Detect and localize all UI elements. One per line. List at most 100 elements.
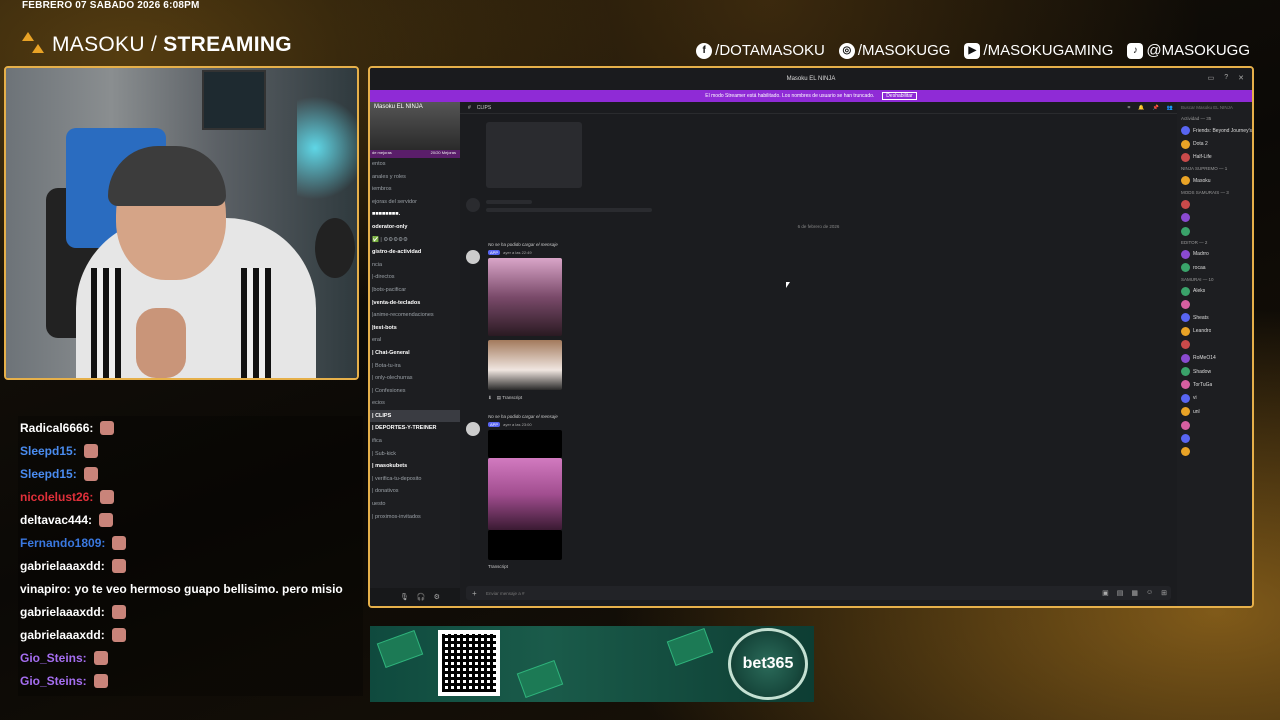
member-item[interactable] [1177,298,1252,311]
server-banner[interactable]: Masoku EL NINJA [370,102,460,150]
channel-item[interactable]: | Confesiones [370,385,460,398]
channel-item[interactable]: |venta-de-teclados [370,297,460,310]
member-item[interactable]: TorTuGa [1177,378,1252,391]
channel-item[interactable]: entos [370,158,460,171]
member-item[interactable] [1177,211,1252,224]
pin-icon[interactable]: 📌 [1153,105,1159,111]
minimize-icon[interactable]: ▭ [1208,74,1215,82]
bell-icon[interactable]: 🔔 [1138,105,1144,111]
channel-item[interactable]: | CLIPS [370,409,460,423]
image-thumbnail[interactable] [488,530,562,560]
member-item[interactable]: Masoku [1177,174,1252,187]
member-item[interactable]: Madrro [1177,248,1252,261]
member-item[interactable]: Shadow [1177,365,1252,378]
chat-username[interactable]: Sleepd15: [20,444,77,458]
member-item[interactable]: RoMeO14 [1177,351,1252,364]
channel-item[interactable]: ifica [370,435,460,448]
apps-icon[interactable]: ⊞ [1161,589,1167,597]
channel-item[interactable]: |-directos [370,271,460,284]
chat-username[interactable]: gabrielaaaxdd: [20,605,105,619]
headphones-icon[interactable]: 🎧 [417,593,426,601]
reply-preview[interactable]: No se ha podido cargar el mensaje [488,242,558,247]
video-thumbnail[interactable] [488,430,562,458]
gift-icon[interactable]: ▣ [1102,589,1109,597]
member-item[interactable] [1177,224,1252,237]
boost-bar[interactable]: de mejoras 20/20 Mejoras [370,150,460,158]
avatar[interactable] [466,250,480,264]
chat-username[interactable]: gabrielaaaxdd: [20,559,105,573]
member-item[interactable]: vi [1177,392,1252,405]
member-item[interactable]: Leandro [1177,325,1252,338]
member-item[interactable] [1177,338,1252,351]
chat-username[interactable]: nicolelust26: [20,490,93,504]
chat-username[interactable]: Gio_Steins: [20,674,87,688]
chat-username[interactable]: Radical6666: [20,421,93,435]
members-icon[interactable]: 👥 [1167,105,1173,111]
channel-item[interactable]: ecios [370,397,460,410]
channel-item[interactable]: gistro-de-actividad [370,246,460,259]
channel-item[interactable]: uesto [370,498,460,511]
transcript-attachment[interactable]: ⬇ ▤ Transcript [488,395,522,401]
channel-item[interactable]: ejoras del servidor [370,196,460,209]
close-icon[interactable]: ✕ [1238,74,1244,82]
server-name[interactable]: Masoku EL NINJA [374,104,423,110]
member-search[interactable]: Buscar Masoku EL NINJA [1177,102,1252,114]
member-item[interactable]: Half-Life [1177,151,1252,164]
chat-username[interactable]: Gio_Steins: [20,651,87,665]
channel-item[interactable]: | DEPORTES-Y-TREINER [370,422,460,435]
video-thumbnail[interactable] [488,458,562,530]
mic-icon[interactable]: 🎙 [400,593,409,601]
member-item[interactable]: Friends: Beyond Journey's [1177,124,1252,137]
avatar[interactable] [466,422,480,436]
member-item[interactable] [1177,445,1252,458]
sponsor-banner[interactable]: bet365 [370,626,814,702]
channel-item[interactable]: | masokubets [370,460,460,473]
channel-item[interactable]: | Chat-General [370,347,460,360]
qr-code[interactable] [438,630,500,696]
chat-username[interactable]: Sleepd15: [20,467,77,481]
channel-item[interactable]: |bots-pacificar [370,284,460,297]
plus-icon[interactable]: + [472,589,477,598]
channel-item[interactable]: ■■■■■■■■. [370,208,460,221]
channel-item[interactable]: eral [370,334,460,347]
reply-preview[interactable]: No se ha podido cargar el mensaje [488,414,558,419]
channel-item[interactable]: | Bota-tu-ira [370,360,460,373]
image-thumbnail[interactable] [488,340,562,390]
channel-item[interactable]: |anime-recomendaciones [370,309,460,322]
channel-item[interactable]: | Sub-kick [370,448,460,461]
message-input[interactable]: + Enviar mensaje a # ▣ ▤ ▦ ☺ ⊞ [466,586,1171,600]
channel-item[interactable]: ✅ | ⚙⚙⚙⚙⚙ [370,234,460,247]
channel-item[interactable]: ncia [370,259,460,272]
sticker-icon[interactable]: ▦ [1131,589,1138,597]
chat-username[interactable]: gabrielaaaxdd: [20,628,105,642]
chat-username[interactable]: vinapiro: [20,582,71,596]
chat-username[interactable]: deltavac444: [20,513,92,527]
emoji-icon[interactable]: ☺ [1146,589,1153,597]
channel-item[interactable]: | donativos [370,485,460,498]
member-item[interactable] [1177,432,1252,445]
chat-username[interactable]: Fernando1809: [20,536,105,550]
member-item[interactable] [1177,418,1252,431]
channel-item[interactable]: |test-bots [370,322,460,335]
disable-streamer-button[interactable]: Deshabilitar [882,92,917,100]
member-item[interactable]: Sheats [1177,311,1252,324]
help-icon[interactable]: ? [1224,74,1228,82]
video-thumbnail[interactable] [488,258,562,336]
threads-icon[interactable]: ⌗ [1127,105,1130,111]
channel-item[interactable]: anales y roles [370,171,460,184]
member-item[interactable]: unl [1177,405,1252,418]
member-item[interactable]: rocaa [1177,261,1252,274]
channel-item[interactable]: | verifica-tu-deposito [370,473,460,486]
download-icon[interactable]: ⬇ [488,395,492,400]
channel-item[interactable]: oderator-only [370,221,460,234]
transcript-attachment[interactable]: Transcript [488,564,508,569]
channel-item[interactable]: | proximos-invitados [370,511,460,524]
channel-item[interactable]: iembros [370,183,460,196]
member-item[interactable]: Aleks [1177,285,1252,298]
member-item[interactable]: Dota 2 [1177,137,1252,150]
member-item[interactable] [1177,198,1252,211]
gif-icon[interactable]: ▤ [1117,589,1124,597]
avatar [1181,393,1190,403]
settings-icon[interactable]: ⚙ [434,593,440,601]
channel-item[interactable]: | only-olechurras [370,372,460,385]
